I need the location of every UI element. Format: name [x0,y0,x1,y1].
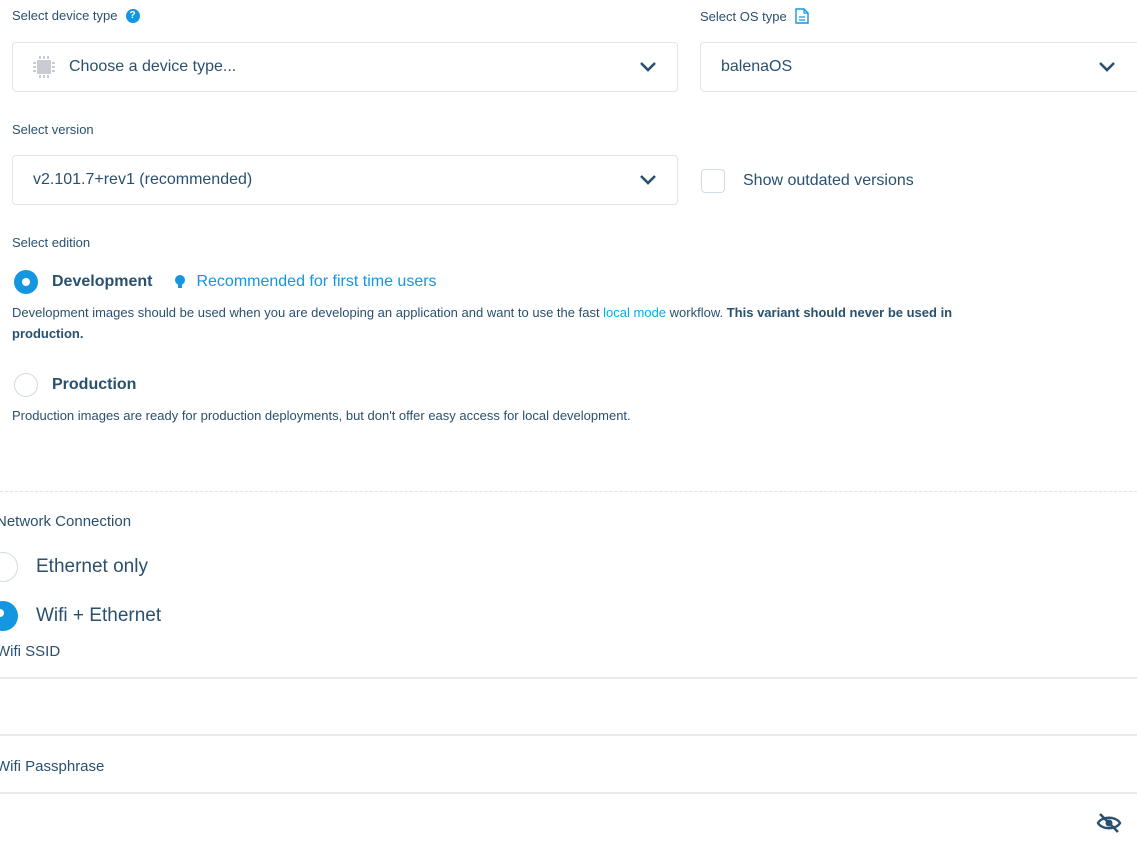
wifi-ssid-label: Wifi SSID [0,643,61,660]
ethernet-only-option[interactable]: Ethernet only [0,552,148,582]
production-description: Production images are ready for producti… [12,408,631,423]
local-mode-link[interactable]: local mode [603,305,666,320]
eye-slash-icon[interactable] [1096,812,1122,834]
development-title: Development [52,273,153,290]
device-type-label: Select device type [12,8,118,23]
development-desc-text: Development images should be used when y… [12,305,604,320]
show-outdated-row[interactable]: Show outdated versions [701,169,914,193]
wifi-passphrase-label: Wifi Passphrase [0,758,105,775]
edition-production-option[interactable]: Production [14,373,136,397]
edition-development-option[interactable]: Development Recommended for first time u… [14,270,437,294]
development-warning-line2: production. [12,326,84,341]
development-tip: Recommended for first time users [196,273,437,290]
development-description: Development images should be used when y… [12,302,1122,344]
lightbulb-icon [174,274,186,290]
development-radio[interactable] [14,270,38,294]
chip-icon [33,56,55,78]
wifi-ssid-input[interactable] [0,679,1137,733]
chevron-down-icon [640,62,656,72]
development-warning-line1: This variant should never be used in [726,305,953,320]
device-type-label-row: Select device type ? [12,8,140,23]
wifi-ethernet-label: Wifi + Ethernet [36,605,162,626]
device-type-select[interactable]: Choose a device type... [12,42,678,92]
show-outdated-checkbox[interactable] [701,169,725,193]
development-desc-mid: workflow. [666,305,727,320]
chevron-down-icon [640,175,656,185]
wifi-ethernet-radio[interactable] [0,601,18,631]
chevron-down-icon [1099,62,1115,72]
ethernet-only-label: Ethernet only [36,556,148,577]
wifi-ethernet-option[interactable]: Wifi + Ethernet [0,601,161,631]
production-title: Production [52,376,137,393]
network-connection-label: Network Connection [0,513,132,530]
wifi-passphrase-input[interactable] [0,794,1080,848]
ethernet-only-radio[interactable] [0,552,18,582]
device-type-placeholder: Choose a device type... [69,58,237,75]
help-icon[interactable]: ? [125,8,140,23]
wifi-ssid-input-bottom [0,734,1137,736]
os-type-select[interactable]: balenaOS [700,42,1137,92]
show-outdated-label: Show outdated versions [743,172,914,189]
os-type-label: Select OS type [700,8,787,24]
document-icon[interactable] [795,8,809,24]
version-select[interactable]: v2.101.7+rev1 (recommended) [12,155,678,205]
os-type-value: balenaOS [721,58,793,75]
section-divider [0,491,1137,492]
version-label: Select version [12,122,94,137]
production-radio[interactable] [14,373,38,397]
edition-label: Select edition [12,235,91,250]
version-value: v2.101.7+rev1 (recommended) [33,171,253,188]
os-type-label-row: Select OS type [700,8,809,24]
